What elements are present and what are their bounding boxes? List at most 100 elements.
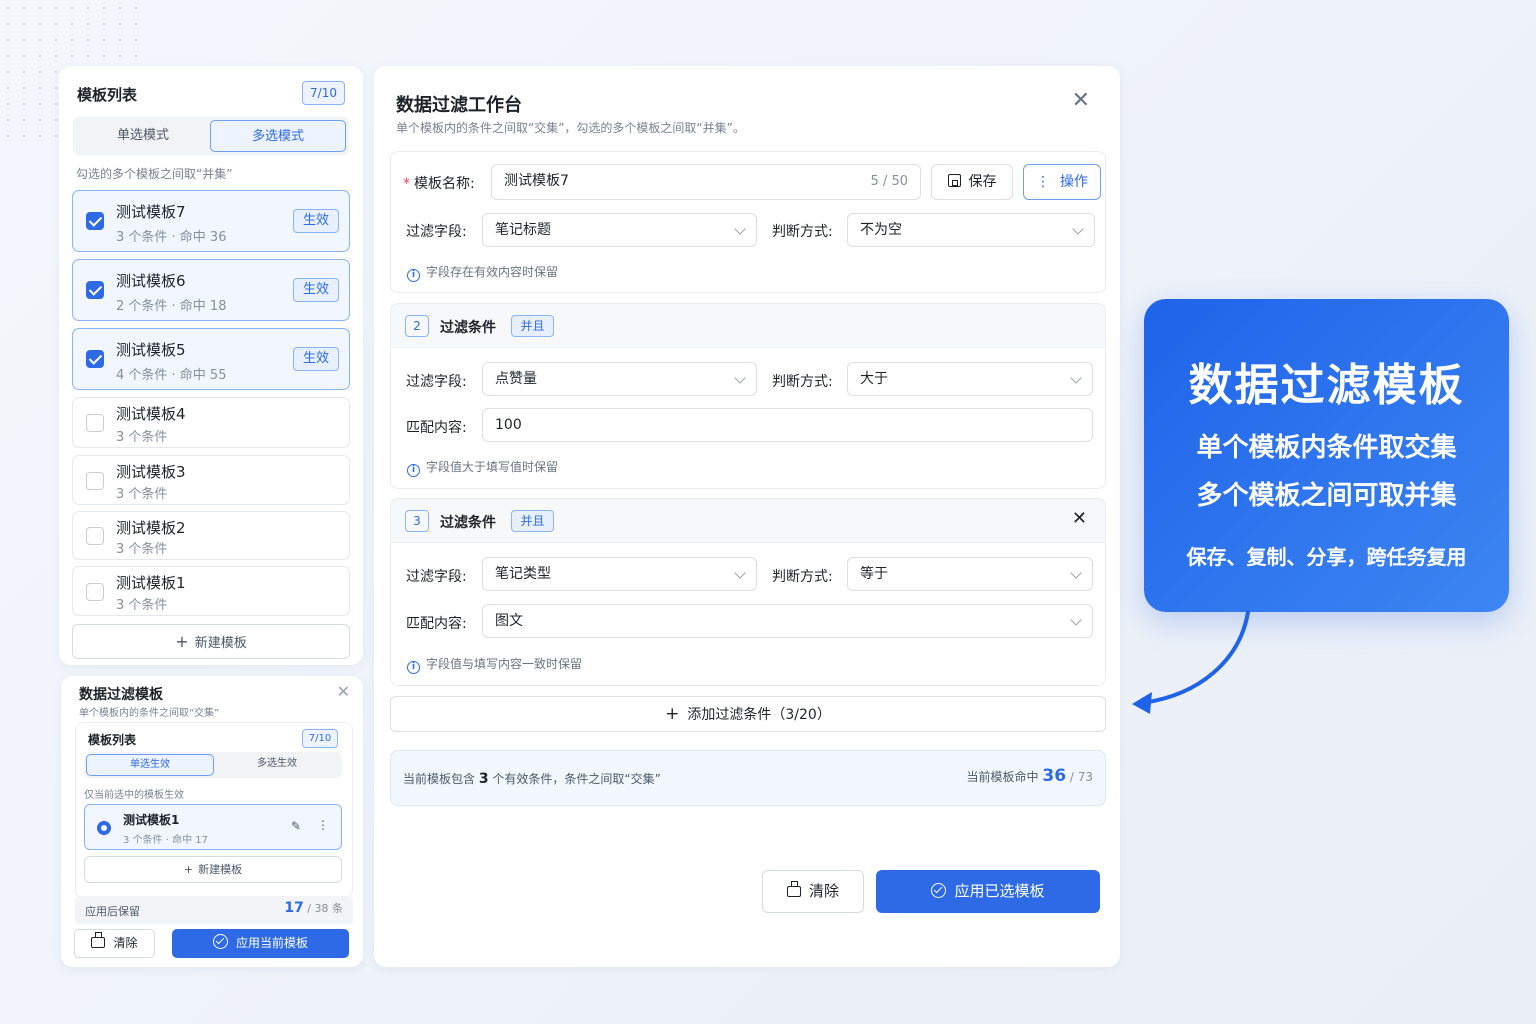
- template-checkbox-checked[interactable]: [86, 350, 104, 368]
- method-label: 判断方式:: [772, 224, 833, 240]
- match-input[interactable]: 100: [482, 408, 1093, 442]
- template-name: 测试模板1: [116, 574, 186, 592]
- clear-icon: [786, 881, 801, 897]
- condition-header: 2 过滤条件 并且: [391, 304, 1105, 348]
- condition-title: 过滤条件: [440, 320, 496, 336]
- template-meta: 3 个条件 · 命中 36: [116, 230, 227, 245]
- method-select[interactable]: 等于: [847, 557, 1093, 591]
- condition-title: 过滤条件: [440, 515, 496, 531]
- template-item-1[interactable]: 测试模板1 3 个条件: [72, 566, 350, 616]
- condition-block-1: * 模板名称: 测试模板7 5 / 50 保存 ⋮ 操作 过滤字段: 笔记标题 判断…: [390, 151, 1106, 293]
- template-item-3[interactable]: 测试模板3 3 个条件: [72, 455, 350, 505]
- effective-badge: 生效: [293, 209, 339, 233]
- effective-badge: 生效: [293, 278, 339, 302]
- operations-button[interactable]: ⋮ 操作: [1023, 164, 1101, 200]
- plus-icon: +: [183, 863, 194, 876]
- template-item-2[interactable]: 测试模板2 3 个条件: [72, 511, 350, 560]
- mini-panel-title: 数据过滤模板: [79, 687, 163, 703]
- template-name-label: * 模板名称:: [403, 176, 475, 192]
- match-select[interactable]: 图文: [482, 604, 1093, 638]
- promo-line-2: 多个模板之间可取并集: [1196, 481, 1457, 511]
- method-select[interactable]: 大于: [847, 362, 1093, 396]
- mini-template-meta: 3 个条件 · 命中 17: [123, 835, 208, 846]
- info-icon: i: [407, 269, 420, 282]
- and-badge: 并且: [511, 315, 554, 337]
- new-template-label: 新建模板: [194, 636, 247, 651]
- result-value: 17 / 38 条: [284, 900, 343, 916]
- template-checkbox[interactable]: [86, 472, 104, 490]
- field-label: 过滤字段:: [406, 374, 467, 390]
- condition-tip: i 字段值与填写内容一致时保留: [407, 655, 582, 674]
- template-item-7[interactable]: 测试模板7 3 个条件 · 命中 36 生效: [72, 190, 350, 252]
- remove-condition-icon[interactable]: ✕: [1072, 508, 1087, 529]
- clear-button[interactable]: 清除: [762, 870, 864, 913]
- close-icon[interactable]: ✕: [337, 682, 350, 701]
- condition-header: 3 过滤条件 并且 ✕: [391, 499, 1105, 543]
- field-select[interactable]: 笔记类型: [482, 557, 757, 591]
- mini-apply-button[interactable]: 应用当前模板: [172, 929, 349, 958]
- name-char-counter: 5 / 50: [870, 174, 908, 189]
- promo-callout: 数据过滤模板 单个模板内条件取交集 多个模板之间可取并集 保存、复制、分享，跨任…: [1144, 299, 1509, 612]
- multi-effect-tab[interactable]: 多选生效: [214, 754, 340, 776]
- condition-number-badge: 3: [405, 510, 429, 532]
- mini-template-item[interactable]: 测试模板1 3 个条件 · 命中 17 ✎ ⋮: [84, 804, 342, 850]
- multi-mode-hint: 勾选的多个模板之间取“并集”: [76, 167, 233, 181]
- method-select[interactable]: 不为空: [847, 213, 1095, 247]
- chevron-down-icon: [1070, 372, 1082, 384]
- close-icon[interactable]: ✕: [1072, 88, 1090, 113]
- template-checkbox[interactable]: [86, 414, 104, 432]
- hit-count: 当前模板命中 36 / 73: [966, 766, 1093, 786]
- plus-icon: +: [175, 632, 189, 651]
- info-icon: i: [407, 464, 420, 477]
- template-checkbox[interactable]: [86, 527, 104, 545]
- mini-apply-label: 应用当前模板: [235, 936, 308, 950]
- chevron-down-icon: [1072, 223, 1084, 235]
- multi-mode-tab[interactable]: 多选模式: [210, 120, 346, 152]
- and-badge: 并且: [511, 510, 554, 532]
- field-select[interactable]: 点赞量: [482, 362, 757, 396]
- mini-new-template-button[interactable]: + 新建模板: [84, 856, 342, 883]
- template-name-input[interactable]: 测试模板7 5 / 50: [491, 164, 921, 200]
- template-meta: 2 个条件 · 命中 18: [116, 299, 227, 314]
- single-effect-tab[interactable]: 单选生效: [86, 754, 214, 776]
- field-select[interactable]: 笔记标题: [482, 213, 757, 247]
- edit-icon[interactable]: ✎: [291, 819, 301, 833]
- mini-new-template-label: 新建模板: [198, 863, 243, 876]
- save-label: 保存: [968, 174, 997, 190]
- promo-line-3: 保存、复制、分享，跨任务复用: [1186, 545, 1467, 569]
- save-icon: [947, 174, 961, 187]
- template-item-5[interactable]: 测试模板5 4 个条件 · 命中 55 生效: [72, 328, 350, 390]
- new-template-button[interactable]: + 新建模板: [72, 624, 350, 659]
- mini-template-name: 测试模板1: [123, 813, 180, 827]
- match-label: 匹配内容:: [406, 616, 467, 632]
- template-name: 测试模板6: [116, 272, 186, 290]
- chevron-down-icon: [1070, 567, 1082, 579]
- template-name: 测试模板3: [116, 463, 186, 481]
- add-condition-button[interactable]: + 添加过滤条件（3/20）: [390, 696, 1106, 732]
- template-item-6[interactable]: 测试模板6 2 个条件 · 命中 18 生效: [72, 259, 350, 321]
- template-checkbox-checked[interactable]: [86, 212, 104, 230]
- save-button[interactable]: 保存: [931, 164, 1013, 200]
- field-label: 过滤字段:: [406, 569, 467, 585]
- template-item-4[interactable]: 测试模板4 3 个条件: [72, 397, 350, 448]
- mini-mode-segmented-control: 单选生效 多选生效: [84, 752, 342, 778]
- radio-selected[interactable]: [97, 821, 111, 835]
- template-checkbox-checked[interactable]: [86, 281, 104, 299]
- template-meta: 3 个条件: [116, 430, 168, 445]
- template-meta: 4 个条件 · 命中 55: [116, 368, 227, 383]
- mini-clear-button[interactable]: 清除: [74, 929, 155, 958]
- template-checkbox[interactable]: [86, 583, 104, 601]
- more-vertical-icon[interactable]: ⋮: [317, 818, 329, 832]
- method-label: 判断方式:: [772, 569, 833, 585]
- single-mode-tab[interactable]: 单选模式: [76, 120, 210, 152]
- template-count-badge: 7/10: [302, 81, 345, 105]
- summary-text: 当前模板包含 3 个有效条件，条件之间取“交集”: [403, 771, 661, 787]
- template-meta: 3 个条件: [116, 487, 168, 502]
- chevron-down-icon: [734, 567, 746, 579]
- mini-result-bar: 应用后保留 17 / 38 条: [75, 896, 353, 924]
- template-name: 测试模板2: [116, 519, 186, 537]
- condition-block-3: 3 过滤条件 并且 ✕ 过滤字段: 笔记类型 判断方式: 等于 匹配内容: 图文…: [390, 498, 1106, 686]
- add-condition-label: 添加过滤条件（3/20）: [687, 707, 831, 723]
- apply-selected-button[interactable]: 应用已选模板: [876, 870, 1100, 913]
- filter-workbench-panel: 数据过滤工作台 单个模板内的条件之间取“交集”，勾选的多个模板之间取“并集”。 …: [374, 66, 1120, 967]
